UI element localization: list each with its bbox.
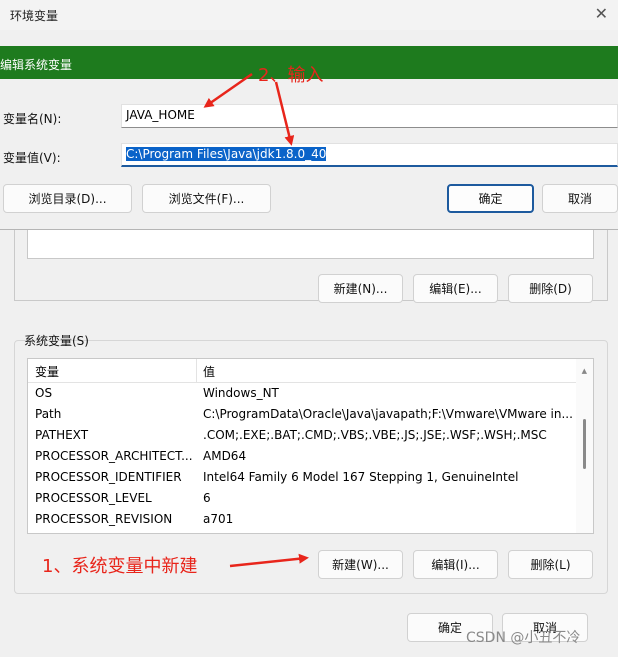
variable-name-text: JAVA_HOME <box>126 108 195 122</box>
system-variables-table[interactable]: 变量 值 OS Windows_NT Path C:\ProgramData\O… <box>27 358 594 534</box>
variable-name-label: 变量名(N): <box>3 112 62 126</box>
table-row[interactable]: Path C:\ProgramData\Oracle\Java\javapath… <box>28 404 577 425</box>
system-new-button[interactable]: 新建(W)... <box>318 550 403 579</box>
table-row[interactable]: OS Windows_NT <box>28 383 577 404</box>
row-variable: PROCESSOR_ARCHITECT... <box>35 449 193 463</box>
system-delete-button[interactable]: 删除(L) <box>508 550 593 579</box>
annotation-step-1: 1、系统变量中新建 <box>42 556 198 577</box>
table-header: 变量 值 <box>28 359 577 383</box>
variable-name-input[interactable]: JAVA_HOME <box>121 104 618 128</box>
header-value[interactable]: 值 <box>203 363 573 380</box>
row-value: C:\ProgramData\Oracle\Java\javapath;F:\V… <box>203 407 573 421</box>
row-value: Windows_NT <box>203 386 279 400</box>
table-row[interactable]: PROCESSOR_REVISION a701 <box>28 509 577 530</box>
edit-ok-button[interactable]: 确定 <box>447 184 534 213</box>
row-variable: PROCESSOR_LEVEL <box>35 491 152 505</box>
user-edit-button[interactable]: 编辑(E)... <box>413 274 498 303</box>
system-edit-button[interactable]: 编辑(I)... <box>413 550 498 579</box>
browse-file-button[interactable]: 浏览文件(F)... <box>142 184 271 213</box>
user-group-border <box>607 230 608 300</box>
scroll-up-icon[interactable]: ▲ <box>582 367 587 375</box>
table-scrollbar[interactable]: ▲ <box>576 359 593 533</box>
variable-value-input[interactable]: C:\Program Files\Java\jdk1.8.0_40 <box>121 143 618 167</box>
header-variable[interactable]: 变量 <box>35 363 195 380</box>
row-variable: Path <box>35 407 62 421</box>
annotation-step-2: 2、输入 <box>258 65 324 86</box>
env-window-titlebar: 环境变量 ✕ <box>0 0 618 30</box>
screenshot: 环境变量 ✕ 新建(N)... 编辑(E)... 删除(D) 系统变量(S) 变… <box>0 0 618 657</box>
table-row[interactable]: PROCESSOR_IDENTIFIER Intel64 Family 6 Mo… <box>28 467 577 488</box>
env-window-title: 环境变量 <box>10 9 59 23</box>
variable-value-label: 变量值(V): <box>3 151 61 165</box>
user-delete-button[interactable]: 删除(D) <box>508 274 593 303</box>
row-variable: PROCESSOR_IDENTIFIER <box>35 470 182 484</box>
header-divider[interactable] <box>196 359 197 383</box>
row-value: Intel64 Family 6 Model 167 Stepping 1, G… <box>203 470 519 484</box>
close-icon[interactable]: ✕ <box>595 4 608 23</box>
table-row[interactable]: PROCESSOR_ARCHITECT... AMD64 <box>28 446 577 467</box>
edit-cancel-button[interactable]: 取消 <box>542 184 618 213</box>
scroll-thumb[interactable] <box>583 419 586 469</box>
browse-directory-button[interactable]: 浏览目录(D)... <box>3 184 132 213</box>
row-variable: OS <box>35 386 53 400</box>
edit-dialog-title: 编辑系统变量 <box>0 58 73 72</box>
user-group-border <box>14 230 15 300</box>
row-value: 6 <box>203 491 211 505</box>
row-value: AMD64 <box>203 449 247 463</box>
row-value: .COM;.EXE;.BAT;.CMD;.VBS;.VBE;.JS;.JSE;.… <box>203 428 547 442</box>
row-variable: PATHEXT <box>35 428 89 442</box>
row-value: a701 <box>203 512 234 526</box>
user-new-button[interactable]: 新建(N)... <box>318 274 403 303</box>
variable-value-text: C:\Program Files\Java\jdk1.8.0_40 <box>126 147 327 161</box>
watermark: CSDN @小丑不冷 <box>466 630 581 646</box>
table-row[interactable]: PATHEXT .COM;.EXE;.BAT;.CMD;.VBS;.VBE;.J… <box>28 425 577 446</box>
system-variables-label: 系统变量(S) <box>24 334 89 348</box>
table-row[interactable]: PROCESSOR_LEVEL 6 <box>28 488 577 509</box>
row-variable: PROCESSOR_REVISION <box>35 512 173 526</box>
